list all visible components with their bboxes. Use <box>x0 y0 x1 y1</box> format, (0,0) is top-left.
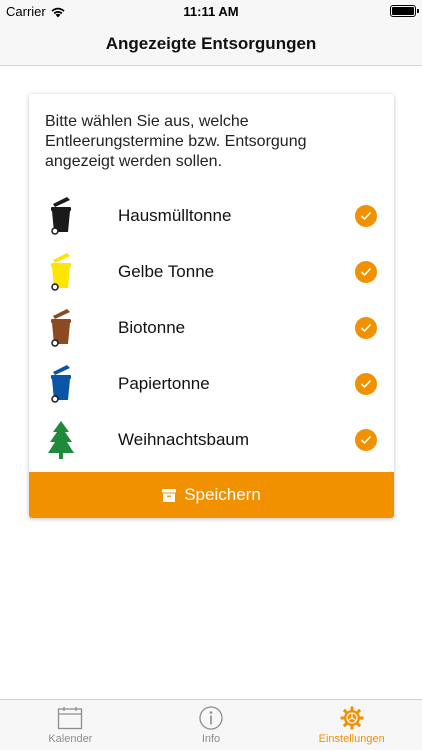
black-bin-icon <box>51 197 71 235</box>
blue-bin-icon <box>51 365 71 403</box>
save-button-label: Speichern <box>184 485 261 504</box>
checkmark-icon[interactable] <box>355 373 377 395</box>
option-papiertonne[interactable]: Papiertonne <box>29 356 394 412</box>
option-biotonne[interactable]: Biotonne <box>29 300 394 356</box>
option-label: Biotonne <box>118 318 186 337</box>
tab-label: Info <box>201 733 221 745</box>
intro-text: Bitte wählen Sie aus, welche Entleerungs… <box>45 113 307 170</box>
settings-gear-icon <box>340 706 364 730</box>
navigation-bar: Angezeigte Entsorgungen <box>0 22 422 66</box>
archive-box-icon <box>162 488 177 502</box>
checkmark-icon[interactable] <box>355 205 377 227</box>
option-label: Hausmülltonne <box>118 206 232 225</box>
battery-icon <box>390 5 419 17</box>
option-weihnachtsbaum[interactable]: Weihnachtsbaum <box>29 412 394 468</box>
option-gelbe-tonne[interactable]: Gelbe Tonne <box>29 244 394 300</box>
tab-label: Kalender <box>48 733 93 745</box>
option-label: Gelbe Tonne <box>118 262 215 281</box>
selection-card: Bitte wählen Sie aus, welche Entleerungs… <box>29 94 394 518</box>
page-title: Angezeigte Entsorgungen <box>105 33 317 53</box>
tab-label: Einstellungen <box>318 733 385 745</box>
brown-bin-icon <box>51 309 71 347</box>
option-label: Papiertonne <box>118 374 210 393</box>
option-list: Hausmülltonne Gelbe Tonne Biotonne Papie… <box>29 188 394 468</box>
checkmark-icon[interactable] <box>355 317 377 339</box>
tab-einstellungen[interactable]: Einstellungen <box>281 700 422 750</box>
yellow-bin-icon <box>51 253 71 291</box>
tab-kalender[interactable]: Kalender <box>0 700 141 750</box>
status-bar: Carrier 11:11 AM <box>0 0 422 22</box>
tab-info[interactable]: Info <box>141 700 282 750</box>
tab-bar: Kalender Info Einstellungen <box>0 699 422 750</box>
checkmark-icon[interactable] <box>355 429 377 451</box>
clock: 11:11 AM <box>183 4 239 19</box>
calendar-icon <box>58 707 83 730</box>
save-button[interactable]: Speichern <box>29 472 394 518</box>
checkmark-icon[interactable] <box>355 261 377 283</box>
info-icon <box>199 706 223 730</box>
option-label: Weihnachtsbaum <box>118 430 250 449</box>
option-hausmuelltonne[interactable]: Hausmülltonne <box>29 188 394 244</box>
main-content: Bitte wählen Sie aus, welche Entleerungs… <box>0 66 422 699</box>
christmas-tree-icon <box>48 421 74 459</box>
